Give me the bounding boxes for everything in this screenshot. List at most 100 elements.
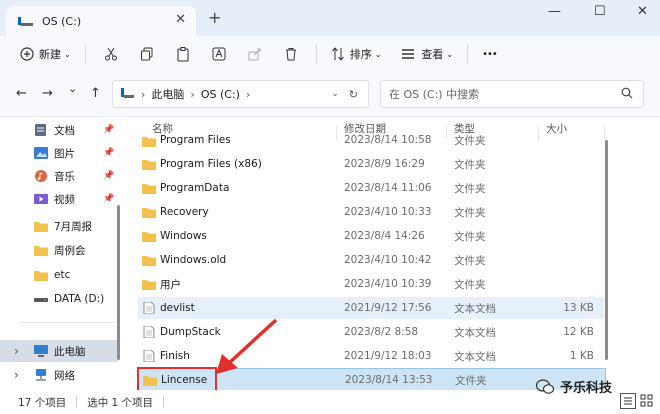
copy-button[interactable] xyxy=(140,40,154,68)
sidebar-item-videos[interactable]: 视频 📌 xyxy=(0,188,118,210)
sidebar-item-label: etc xyxy=(54,269,71,281)
share-button[interactable] xyxy=(248,40,262,68)
search-placeholder: 在 OS (C:) 中搜索 xyxy=(389,88,480,101)
sidebar-item-etc[interactable]: etc xyxy=(0,264,118,286)
sidebar-item-label: 7月周报 xyxy=(54,220,93,233)
text-file-icon xyxy=(143,302,155,314)
search-box[interactable]: 在 OS (C:) 中搜索 xyxy=(380,80,644,108)
more-options-button[interactable]: ••• xyxy=(482,40,498,68)
breadcrumb-this-pc[interactable]: 此电脑 xyxy=(151,86,184,102)
chevron-down-icon: ⌄ xyxy=(374,49,382,59)
table-row[interactable]: devlist 2021/9/12 17:56 文本文档 13 KB xyxy=(138,297,604,319)
file-type: 文件夹 xyxy=(454,158,486,171)
sidebar-item-documents[interactable]: 文档 📌 xyxy=(0,119,118,141)
table-row[interactable]: Finish 2021/9/12 18:03 文本文档 1 KB xyxy=(138,345,604,367)
sidebar-item-label: 图片 xyxy=(54,147,75,160)
chevron-down-icon: ⌄ xyxy=(446,49,454,59)
network-icon xyxy=(36,369,46,381)
file-name: 用户 xyxy=(160,278,181,291)
file-type: 文件夹 xyxy=(454,230,486,243)
computer-icon xyxy=(121,87,135,102)
pin-icon: 📌 xyxy=(103,148,115,158)
expand-chevron-icon[interactable]: › xyxy=(14,368,19,382)
folder-icon xyxy=(142,256,156,266)
table-row[interactable]: DumpStack 2023/8/2 8:58 文本文档 12 KB xyxy=(138,321,604,343)
table-row[interactable]: 用户 2023/4/10 10:39 文件夹 xyxy=(138,273,604,295)
sidebar-item-network[interactable]: › 网络 xyxy=(0,364,118,386)
file-date: 2023/8/14 13:53 xyxy=(345,374,433,386)
window-close-button[interactable]: ✕ xyxy=(637,4,648,19)
folder-icon xyxy=(34,222,48,232)
sidebar-divider xyxy=(20,322,116,323)
sort-button[interactable]: 排序 ⌄ xyxy=(331,40,382,68)
table-row[interactable]: Windows 2023/8/4 14:26 文件夹 xyxy=(138,225,604,247)
maximize-button[interactable]: ☐ xyxy=(594,4,606,19)
rename-button[interactable] xyxy=(212,40,226,68)
share-icon xyxy=(248,48,261,61)
sort-icon xyxy=(331,47,344,61)
picture-icon xyxy=(34,147,48,159)
tab-os-c[interactable]: OS (C:) ✕ xyxy=(6,6,196,36)
close-tab-icon[interactable]: ✕ xyxy=(175,12,186,27)
table-row[interactable]: Program Files (x86) 2023/8/9 16:29 文件夹 xyxy=(138,153,604,175)
view-icon xyxy=(402,49,415,59)
text-file-icon xyxy=(143,326,155,338)
address-dropdown-icon[interactable]: ⌄ xyxy=(331,89,339,99)
status-divider xyxy=(76,396,78,408)
sidebar-item-music[interactable]: 音乐 📌 xyxy=(0,165,118,187)
file-type: 文本文档 xyxy=(454,350,496,363)
command-bar: 新建 ⌄ 排序 ⌄ 查看 ⌄ ••• xyxy=(0,36,660,73)
watermark-text: 予乐科技 xyxy=(560,381,613,396)
tiles-view-toggle[interactable] xyxy=(640,394,653,410)
drive-icon xyxy=(34,298,48,302)
file-type: 文本文档 xyxy=(454,326,496,339)
file-size: 13 KB xyxy=(563,302,594,314)
new-tab-button[interactable]: + xyxy=(208,8,221,27)
sidebar-item-zhouli-hui[interactable]: 周例会 xyxy=(0,239,118,261)
breadcrumb-os-c[interactable]: OS (C:) xyxy=(201,88,240,101)
sidebar-item-pictures[interactable]: 图片 📌 xyxy=(0,142,118,164)
file-type: 文本文档 xyxy=(454,302,496,315)
breadcrumb-separator: › xyxy=(141,87,146,101)
sidebar-scrollbar[interactable] xyxy=(117,205,120,360)
file-date: 2023/8/14 11:06 xyxy=(344,182,432,194)
recent-dropdown-button[interactable]: ⌄ xyxy=(68,82,77,95)
selected-count: 选中 1 个项目 xyxy=(87,396,154,409)
refresh-icon[interactable]: ↻ xyxy=(349,88,358,101)
table-row[interactable]: ProgramData 2023/8/14 11:06 文件夹 xyxy=(138,177,604,199)
column-divider xyxy=(604,126,605,140)
sidebar-item-data-d[interactable]: DATA (D:) xyxy=(0,288,118,310)
sidebar-item-label: DATA (D:) xyxy=(54,293,105,305)
new-button[interactable]: 新建 ⌄ xyxy=(20,40,71,68)
paste-button[interactable] xyxy=(176,40,190,68)
file-date: 2023/8/2 8:58 xyxy=(344,326,419,338)
search-icon[interactable] xyxy=(621,87,633,102)
sidebar-item-7yue-zhoubao[interactable]: 7月周报 xyxy=(0,215,118,237)
table-row[interactable]: Recovery 2023/4/10 10:33 文件夹 xyxy=(138,201,604,223)
drive-icon xyxy=(18,15,34,27)
table-row[interactable]: Windows.old 2023/4/10 10:42 文件夹 xyxy=(138,249,604,271)
minimize-button[interactable]: — xyxy=(548,4,561,19)
table-row[interactable]: Program Files 2023/8/14 10:58 文件夹 xyxy=(138,130,604,150)
sidebar-item-this-pc[interactable]: › 此电脑 xyxy=(0,340,118,362)
status-divider xyxy=(163,396,165,408)
file-date: 2021/9/12 17:56 xyxy=(344,302,432,314)
up-button[interactable]: ↑ xyxy=(90,86,101,101)
expand-chevron-icon[interactable]: › xyxy=(14,344,19,358)
watermark: 予乐科技 xyxy=(536,377,612,396)
sidebar-item-label: 音乐 xyxy=(54,170,75,183)
view-button[interactable]: 查看 ⌄ xyxy=(401,40,453,68)
delete-button[interactable] xyxy=(284,40,298,68)
address-bar[interactable]: › 此电脑 › OS (C:) › ⌄ ↻ xyxy=(112,80,369,108)
file-list-scrollbar[interactable] xyxy=(605,140,608,360)
forward-button[interactable]: → xyxy=(42,86,53,101)
file-date: 2023/8/9 16:29 xyxy=(344,158,425,170)
sidebar-item-label: 周例会 xyxy=(54,244,86,257)
file-name: Windows xyxy=(160,230,207,242)
file-date: 2021/9/12 18:03 xyxy=(344,350,432,362)
file-name: ProgramData xyxy=(160,182,230,194)
cut-button[interactable] xyxy=(104,40,118,68)
back-button[interactable]: ← xyxy=(16,86,27,101)
details-view-toggle[interactable] xyxy=(620,393,636,409)
folder-icon xyxy=(34,246,48,256)
